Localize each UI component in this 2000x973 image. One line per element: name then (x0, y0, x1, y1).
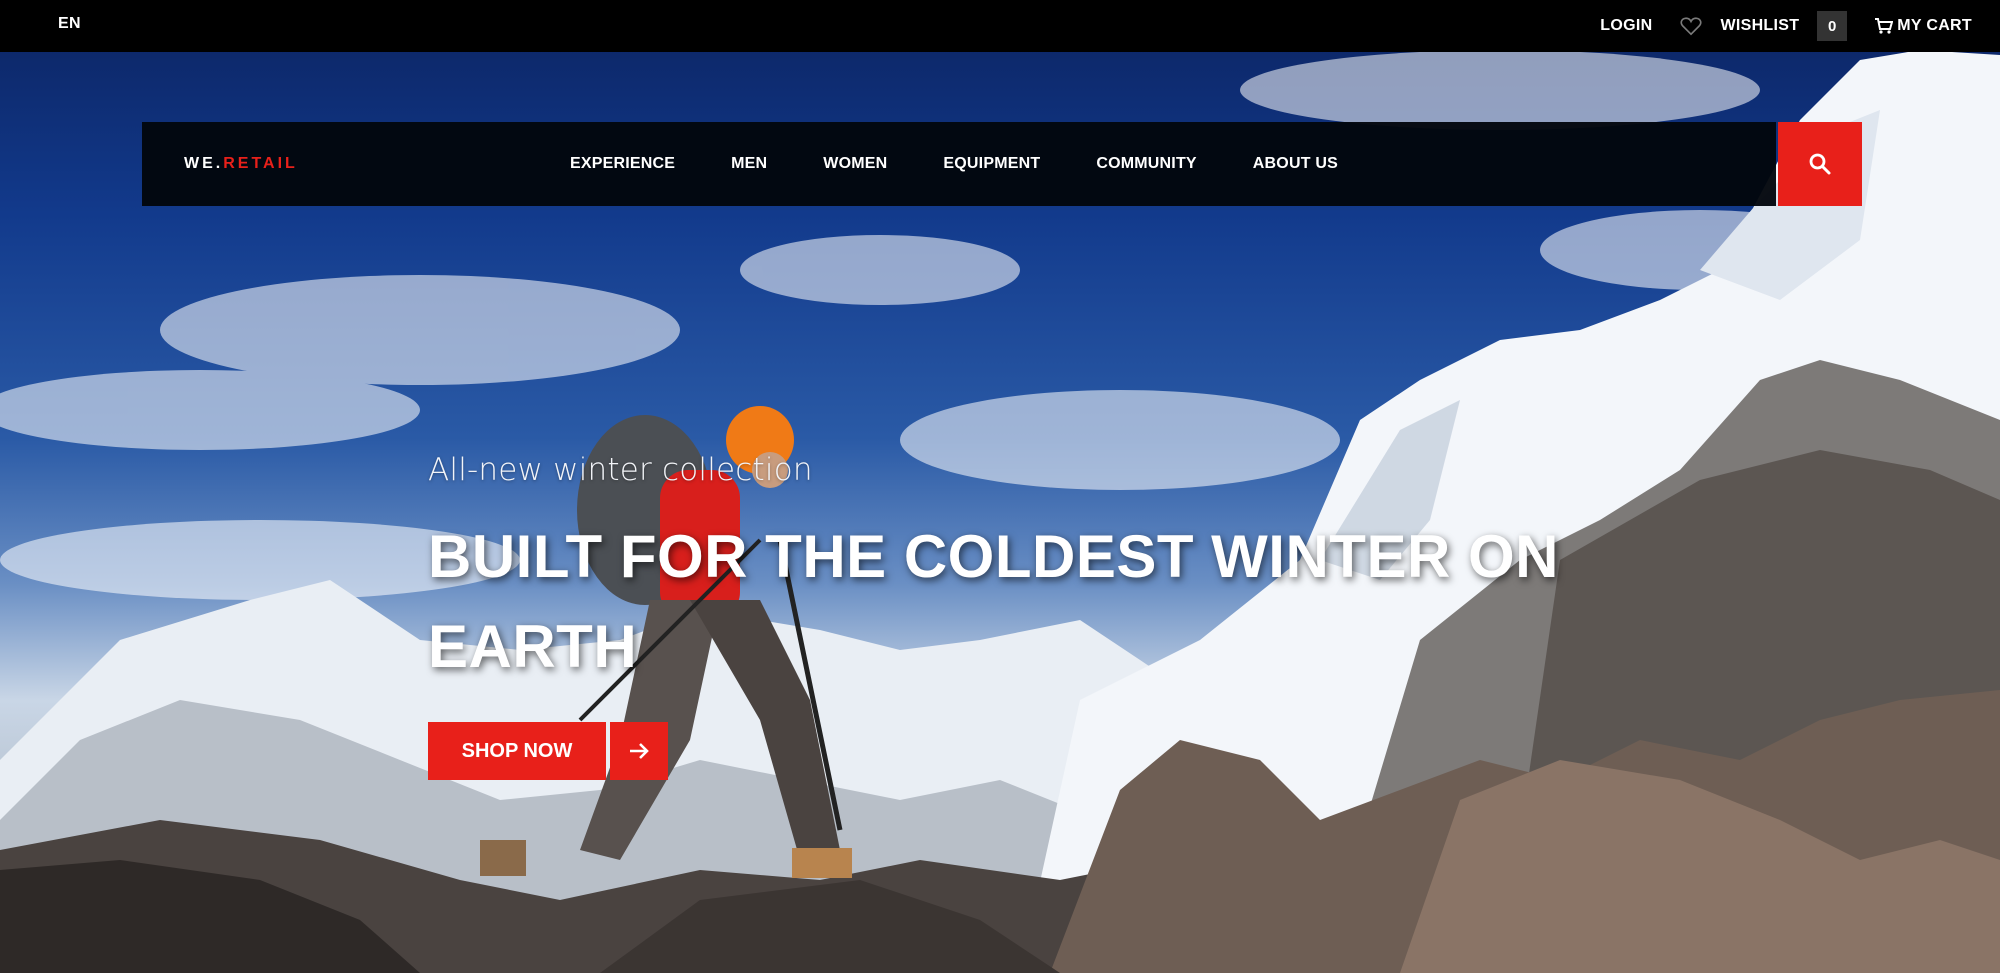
language-selector[interactable]: EN (58, 15, 81, 33)
site-logo[interactable]: WE.RETAIL (184, 155, 298, 173)
arrow-right-icon (630, 743, 649, 759)
cart-label: MY CART (1897, 17, 1972, 34)
nav-item-equipment[interactable]: EQUIPMENT (943, 155, 1040, 173)
logo-prefix: WE. (184, 155, 224, 172)
shop-now-arrow-button[interactable] (610, 722, 668, 780)
heart-icon[interactable] (1680, 16, 1702, 36)
cart-link[interactable]: MY CART (1875, 17, 1972, 35)
wishlist-count-badge[interactable]: 0 (1817, 11, 1848, 41)
nav-item-about-us[interactable]: ABOUT US (1253, 155, 1338, 173)
cart-icon (1875, 18, 1894, 34)
wishlist-link[interactable]: WISHLIST (1720, 17, 1799, 35)
nav-item-women[interactable]: WOMEN (823, 155, 887, 173)
logo-accent: RETAIL (223, 155, 298, 172)
nav-item-men[interactable]: MEN (731, 155, 767, 173)
hero-headline: BUILT FOR THE COLDEST WINTER ON EARTH (428, 523, 1559, 680)
hero-cta: SHOP NOW (428, 722, 668, 780)
top-utility-bar: EN LOGIN WISHLIST 0 MY CART (0, 0, 2000, 52)
login-link[interactable]: LOGIN (1600, 17, 1652, 35)
hero-subtitle: All-new winter collection (428, 452, 813, 488)
hero-content: All-new winter collection BUILT FOR THE … (428, 452, 1688, 780)
nav-menu: EXPERIENCE MEN WOMEN EQUIPMENT COMMUNITY… (570, 122, 1394, 206)
nav-item-community[interactable]: COMMUNITY (1096, 155, 1196, 173)
search-icon (1809, 153, 1831, 175)
shop-now-button[interactable]: SHOP NOW (428, 722, 606, 780)
main-navigation: WE.RETAIL EXPERIENCE MEN WOMEN EQUIPMENT… (142, 122, 1776, 206)
nav-item-experience[interactable]: EXPERIENCE (570, 155, 675, 173)
account-links: LOGIN WISHLIST 0 MY CART (1572, 0, 1972, 52)
search-button[interactable] (1778, 122, 1862, 206)
